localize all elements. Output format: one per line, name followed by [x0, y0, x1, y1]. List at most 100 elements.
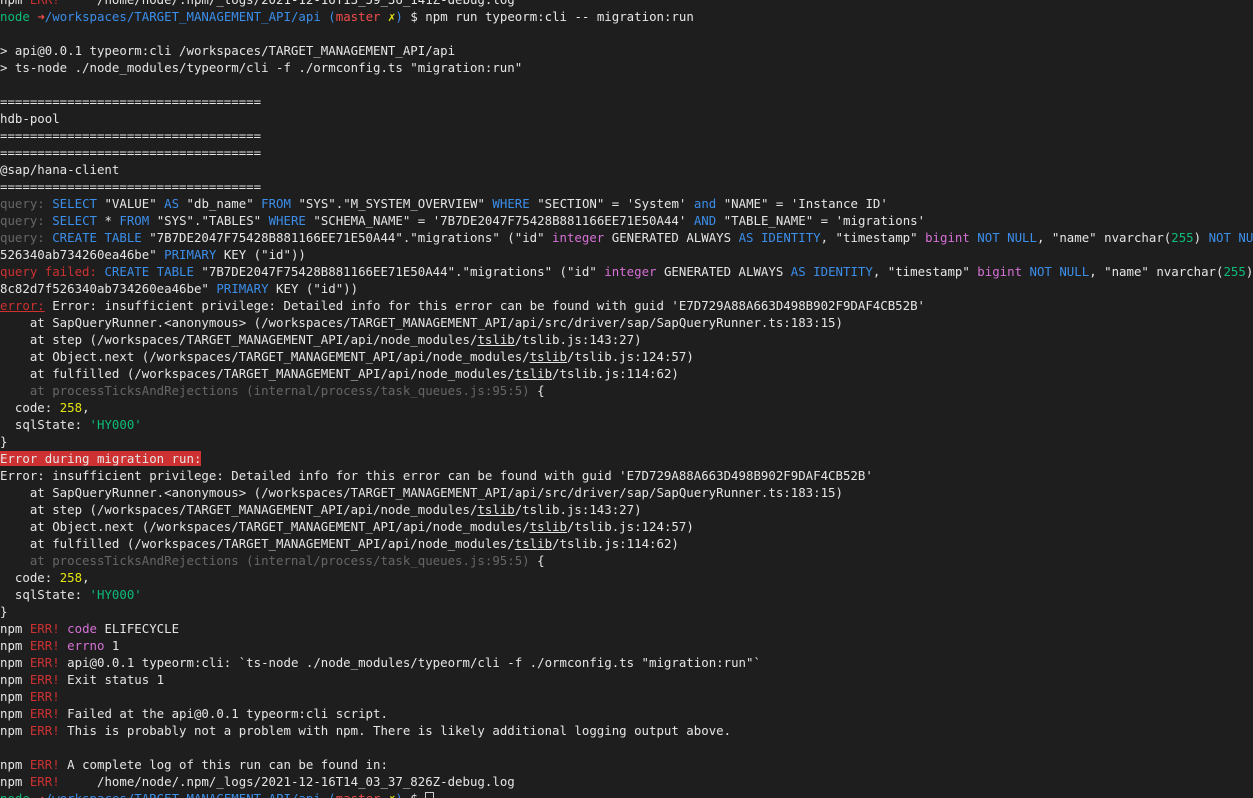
terminal-text: ) — [1193, 230, 1209, 245]
terminal-text: at Object.next (/workspaces/TARGET_MANAG… — [0, 519, 530, 534]
terminal-text: /workspaces/TARGET_MANAGEMENT_API/api — [45, 791, 328, 798]
terminal-text: ERR! — [30, 0, 60, 7]
terminal-text: =================================== — [0, 179, 262, 194]
terminal-text: , — [82, 400, 90, 415]
terminal-line: at processTicksAndRejections (internal/p… — [0, 552, 1253, 569]
terminal-text: code — [59, 621, 105, 636]
terminal-text: query: — [0, 196, 45, 211]
terminal-line: error: Error: insufficient privilege: De… — [0, 297, 1253, 314]
terminal-text: sqlState: — [0, 587, 90, 602]
terminal-line: sqlState: 'HY000' — [0, 586, 1253, 603]
terminal-text: master — [335, 9, 388, 24]
terminal-text: tslib — [514, 536, 553, 551]
terminal-text: Failed at the api@0.0.1 typeorm:cli scri… — [59, 706, 388, 721]
terminal-line: npm ERR! errno 1 — [0, 637, 1253, 654]
terminal-text: ERR! — [29, 757, 60, 772]
terminal-line: npm ERR! code ELIFECYCLE — [0, 620, 1253, 637]
terminal-text: $ — [403, 791, 425, 798]
terminal-text: tslib — [529, 349, 567, 364]
terminal-text: at SapQueryRunner.<anonymous> (/workspac… — [0, 315, 843, 330]
terminal-text: NOT NULL — [1029, 264, 1090, 279]
terminal-text: /workspaces/TARGET_MANAGEMENT_API/api — [44, 9, 329, 24]
terminal-text: 258 — [59, 570, 83, 585]
terminal-text: , "name" nvarchar( — [1089, 264, 1224, 279]
terminal-line: Error: insufficient privilege: Detailed … — [0, 467, 1253, 484]
terminal-line: =================================== — [0, 127, 1253, 144]
terminal-text: 255 — [1223, 264, 1246, 279]
terminal-text: @sap/hana-client — [0, 162, 120, 177]
terminal-text: 8c82d7f526340ab734260ea46be" — [0, 281, 217, 296]
terminal-text: AS — [164, 196, 187, 211]
terminal-text: AS IDENTITY — [738, 230, 821, 245]
terminal-text: Error: insufficient privilege: Detailed … — [0, 468, 873, 483]
terminal-text: at step (/workspaces/TARGET_MANAGEMENT_A… — [0, 502, 478, 517]
terminal-text: FROM — [119, 213, 157, 228]
cursor-block-icon — [425, 792, 435, 798]
terminal-line: npm ERR! A complete log of this run can … — [0, 756, 1253, 773]
terminal-panel[interactable]: npm ERR! /home/node/.npm/_logs/2021-12-1… — [0, 0, 1253, 798]
terminal-text: "SYS"."TABLES" — [156, 213, 269, 228]
terminal-text: ) — [395, 9, 403, 24]
terminal-text: =================================== — [0, 94, 262, 109]
terminal-line: query: SELECT * FROM "SYS"."TABLES" WHER… — [0, 212, 1253, 229]
terminal-line: npm ERR! Exit status 1 — [0, 671, 1253, 688]
terminal-text: ERR! — [29, 621, 60, 636]
terminal-text: /tslib.js:143:27) — [514, 332, 642, 347]
terminal-text: 258 — [59, 400, 83, 415]
terminal-text: > ts-node ./node_modules/typeorm/cli -f … — [0, 60, 523, 75]
terminal-text: "SYS"."M_SYSTEM_OVERVIEW" — [298, 196, 493, 211]
terminal-text: WHERE — [492, 196, 538, 211]
terminal-line: query: SELECT "VALUE" AS "db_name" FROM … — [0, 195, 1253, 212]
terminal-text: node — [0, 791, 37, 798]
terminal-text: "7B7DE2047F75428B881166EE71E50A44"."migr… — [149, 230, 553, 245]
terminal-text: { — [529, 553, 545, 568]
terminal-text: code: — [0, 400, 60, 415]
terminal-text: ERR! — [29, 706, 60, 721]
terminal-text: ➜ — [37, 9, 45, 24]
terminal-text: tslib — [514, 366, 553, 381]
terminal-text: npm — [0, 672, 30, 687]
terminal-text: Exit status 1 — [59, 672, 165, 687]
terminal-line: 8c82d7f526340ab734260ea46be" PRIMARY KEY… — [0, 280, 1253, 297]
terminal-text: Error: insufficient privilege: Detailed … — [44, 298, 926, 313]
terminal-text: GENERATED ALWAYS — [663, 264, 791, 279]
terminal-text: '7B7DE2047F75428B881166EE71E50A44' — [432, 213, 694, 228]
terminal-text: This is probably not a problem with npm.… — [59, 723, 732, 738]
terminal-text: npm — [0, 655, 30, 670]
terminal-text: SELECT — [44, 213, 105, 228]
terminal-text: ➜ — [37, 791, 44, 798]
terminal-text: ) — [1245, 264, 1253, 279]
terminal-text: * — [104, 213, 120, 228]
terminal-line: npm ERR! This is probably not a problem … — [0, 722, 1253, 739]
terminal-text: errno — [59, 638, 112, 653]
terminal-text: NOT NULL — [1208, 230, 1253, 245]
terminal-text: 1 — [111, 638, 120, 653]
terminal-text: tslib — [477, 502, 515, 517]
terminal-text: GENERATED ALWAYS — [611, 230, 739, 245]
terminal-text: 'Instance ID' — [790, 196, 888, 211]
terminal-text: query: — [0, 230, 45, 245]
terminal-text: ERR! — [29, 723, 60, 738]
terminal-text: /tslib.js:143:27) — [514, 502, 642, 517]
terminal-text: ERR! — [29, 672, 60, 687]
terminal-text: CREATE TABLE — [96, 264, 202, 279]
terminal-text: { — [529, 383, 545, 398]
terminal-line: code: 258, — [0, 569, 1253, 586]
terminal-text: 'System' — [626, 196, 694, 211]
terminal-text: npm — [0, 706, 30, 721]
terminal-text: ERR! — [29, 774, 60, 789]
terminal-line: =================================== — [0, 178, 1253, 195]
terminal-text: NOT NULL — [977, 230, 1037, 245]
terminal-line: @sap/hana-client — [0, 161, 1253, 178]
terminal-text: WHERE — [268, 213, 314, 228]
terminal-text: } — [0, 434, 8, 449]
terminal-text: $ npm run typeorm:cli -- migration:run — [402, 9, 694, 24]
terminal-text: =================================== — [0, 128, 262, 143]
terminal-line: =================================== — [0, 144, 1253, 161]
terminal-line: node ➜/workspaces/TARGET_MANAGEMENT_API/… — [0, 790, 1253, 798]
terminal-text: npm — [0, 757, 30, 772]
terminal-text: ERR! — [29, 638, 60, 653]
terminal-line: query failed: CREATE TABLE "7B7DE2047F75… — [0, 263, 1253, 280]
terminal-text: npm — [0, 689, 30, 704]
